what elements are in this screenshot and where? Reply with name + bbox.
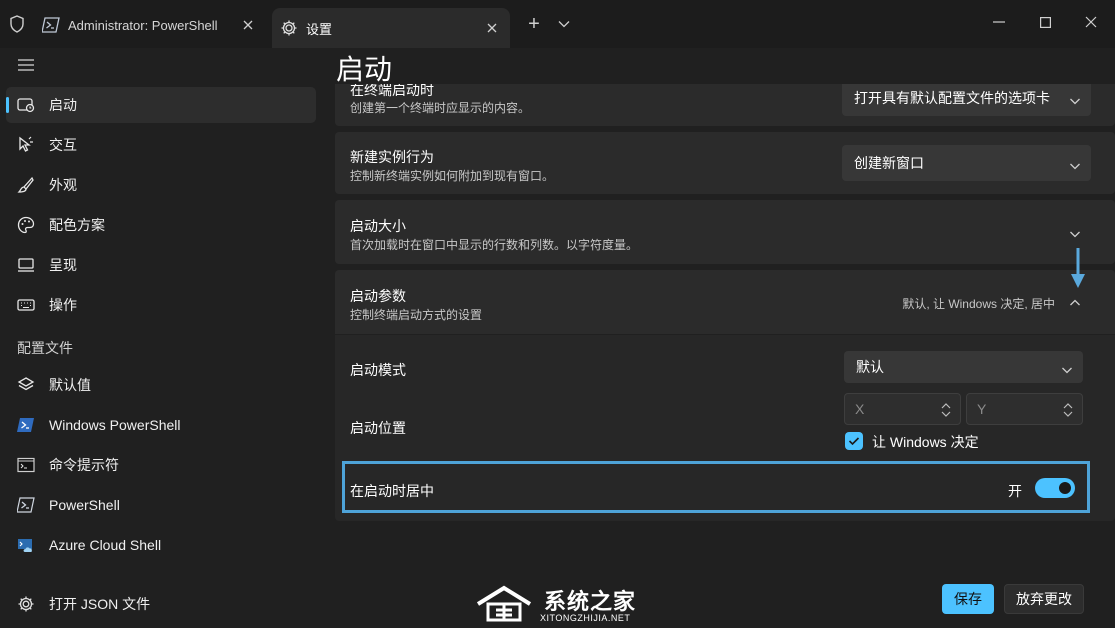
- tab-settings[interactable]: 设置: [272, 8, 510, 48]
- tab-label: Administrator: PowerShell: [68, 17, 218, 33]
- windows-decide-checkbox[interactable]: [845, 432, 863, 450]
- tab-powershell[interactable]: Administrator: PowerShell: [34, 8, 266, 42]
- sidebar-item-command-prompt[interactable]: 命令提示符: [6, 447, 316, 483]
- sidebar-item-azure-cloud-shell[interactable]: Azure Cloud Shell: [6, 527, 316, 563]
- sidebar: 启动 交互 外观 配色方案 呈现 操作 配置文件 默认值 Windows Pow…: [0, 48, 325, 628]
- chevron-down-icon: [1069, 158, 1081, 170]
- shield-icon: [8, 14, 26, 34]
- launch-mode-dropdown[interactable]: 默认: [844, 351, 1083, 383]
- card-description: 控制新终端实例如何附加到现有窗口。: [350, 169, 555, 183]
- tab-label: 设置: [306, 21, 333, 37]
- selection-indicator: [6, 97, 9, 113]
- hamburger-menu-icon[interactable]: [17, 58, 35, 72]
- brush-icon: [16, 175, 36, 195]
- discard-changes-button[interactable]: 放弃更改: [1004, 584, 1084, 614]
- sidebar-item-startup[interactable]: 启动: [6, 87, 316, 123]
- position-x-input[interactable]: X: [844, 393, 961, 425]
- house-logo-icon: [476, 585, 532, 622]
- launch-mode-label: 启动模式: [350, 362, 406, 378]
- sidebar-item-rendering[interactable]: 呈现: [6, 247, 316, 283]
- dropdown-value: 创建新窗口: [854, 155, 924, 171]
- sidebar-item-label: 呈现: [49, 257, 77, 273]
- palette-icon: [16, 215, 36, 235]
- azure-icon: [16, 535, 36, 555]
- gear-icon: [280, 19, 298, 37]
- new-instance-dropdown[interactable]: 创建新窗口: [842, 145, 1091, 181]
- chevron-down-icon[interactable]: [1069, 226, 1081, 244]
- chevron-down-icon: [1069, 93, 1081, 105]
- sidebar-item-label: 操作: [49, 297, 77, 313]
- sidebar-item-powershell[interactable]: PowerShell: [6, 487, 316, 523]
- card-title: 启动参数: [350, 288, 406, 304]
- dropdown-value: 打开具有默认配置文件的选项卡: [854, 90, 1050, 106]
- arrow-down-icon: [1070, 248, 1086, 295]
- checkmark-icon: [848, 437, 860, 446]
- open-json-file-button[interactable]: 打开 JSON 文件: [6, 588, 306, 620]
- close-icon[interactable]: [482, 18, 502, 38]
- profiles-section-header: 配置文件: [17, 340, 73, 356]
- card-title: 新建实例行为: [350, 149, 434, 165]
- sidebar-item-actions[interactable]: 操作: [6, 287, 316, 323]
- card-title: 启动大小: [350, 218, 406, 234]
- watermark-logo: 系统之家 XITONGZHIJIA.NET: [474, 582, 644, 626]
- sidebar-item-interaction[interactable]: 交互: [6, 127, 316, 163]
- card-description: 控制终端启动方式的设置: [350, 308, 483, 322]
- card-launch-size[interactable]: 启动大小 首次加载时在窗口中显示的行数和列数。以字符度量。: [335, 200, 1115, 264]
- keyboard-icon: [16, 295, 36, 315]
- sidebar-item-appearance[interactable]: 外观: [6, 167, 316, 203]
- powershell-icon: [16, 415, 36, 435]
- sidebar-item-label: Windows PowerShell: [49, 417, 181, 433]
- chevron-down-icon[interactable]: [554, 14, 574, 34]
- close-window-button[interactable]: [1076, 10, 1106, 34]
- powershell-icon: [42, 16, 60, 34]
- card-description: 创建第一个终端时应显示的内容。: [350, 101, 531, 115]
- chevron-down-icon: [1061, 362, 1073, 374]
- maximize-button[interactable]: [1030, 10, 1060, 34]
- title-bar: Administrator: PowerShell 设置 +: [0, 0, 1115, 48]
- launch-parameters-summary: 默认, 让 Windows 决定, 居中: [902, 297, 1055, 311]
- settings-content: 在终端启动时 创建第一个终端时应显示的内容。 打开具有默认配置文件的选项卡 启动…: [325, 48, 1115, 628]
- sidebar-item-label: 配色方案: [49, 217, 105, 233]
- launch-position-label: 启动位置: [350, 420, 406, 436]
- sidebar-item-defaults[interactable]: 默认值: [6, 367, 316, 403]
- open-json-label: 打开 JSON 文件: [49, 596, 151, 612]
- save-button[interactable]: 保存: [942, 584, 994, 614]
- powershell-icon: [16, 495, 36, 515]
- highlight-box: [342, 461, 1090, 513]
- sidebar-item-label: 默认值: [49, 377, 91, 393]
- gear-icon: [16, 594, 36, 614]
- sidebar-item-windows-powershell[interactable]: Windows PowerShell: [6, 407, 316, 443]
- minimize-button[interactable]: [984, 10, 1014, 34]
- windows-decide-label: 让 Windows 决定: [872, 434, 979, 450]
- position-y-input[interactable]: Y: [966, 393, 1083, 425]
- sidebar-item-label: 启动: [49, 97, 77, 113]
- card-launch-parameters[interactable]: 启动参数 控制终端启动方式的设置 默认, 让 Windows 决定, 居中: [335, 270, 1115, 334]
- x-placeholder: X: [855, 401, 865, 417]
- dropdown-value: 默认: [856, 359, 884, 375]
- sidebar-item-label: 交互: [49, 137, 77, 153]
- new-tab-button[interactable]: +: [524, 14, 544, 34]
- sidebar-item-color-schemes[interactable]: 配色方案: [6, 207, 316, 243]
- chevron-up-icon[interactable]: [1069, 295, 1081, 313]
- page-title: 启动: [336, 54, 393, 85]
- sidebar-item-label: Azure Cloud Shell: [49, 537, 162, 553]
- spinner-icon[interactable]: [1062, 402, 1074, 420]
- card-description: 首次加载时在窗口中显示的行数和列数。以字符度量。: [350, 238, 639, 252]
- close-icon[interactable]: [238, 15, 258, 35]
- startup-icon: [16, 95, 36, 115]
- watermark-url: XITONGZHIJIA.NET: [540, 613, 631, 623]
- card-new-instance: 新建实例行为 控制新终端实例如何附加到现有窗口。 创建新窗口: [335, 132, 1115, 194]
- title-backdrop: [325, 48, 1115, 84]
- on-launch-dropdown[interactable]: 打开具有默认配置文件的选项卡: [842, 80, 1091, 116]
- spinner-icon[interactable]: [940, 402, 952, 420]
- layers-icon: [16, 375, 36, 395]
- sidebar-item-label: 外观: [49, 177, 77, 193]
- sidebar-item-label: PowerShell: [49, 497, 120, 513]
- monitor-icon: [16, 255, 36, 275]
- cursor-icon: [16, 135, 36, 155]
- sidebar-item-label: 命令提示符: [49, 457, 119, 473]
- watermark-text: 系统之家: [544, 589, 637, 614]
- y-placeholder: Y: [977, 401, 987, 417]
- cmd-icon: [16, 455, 36, 475]
